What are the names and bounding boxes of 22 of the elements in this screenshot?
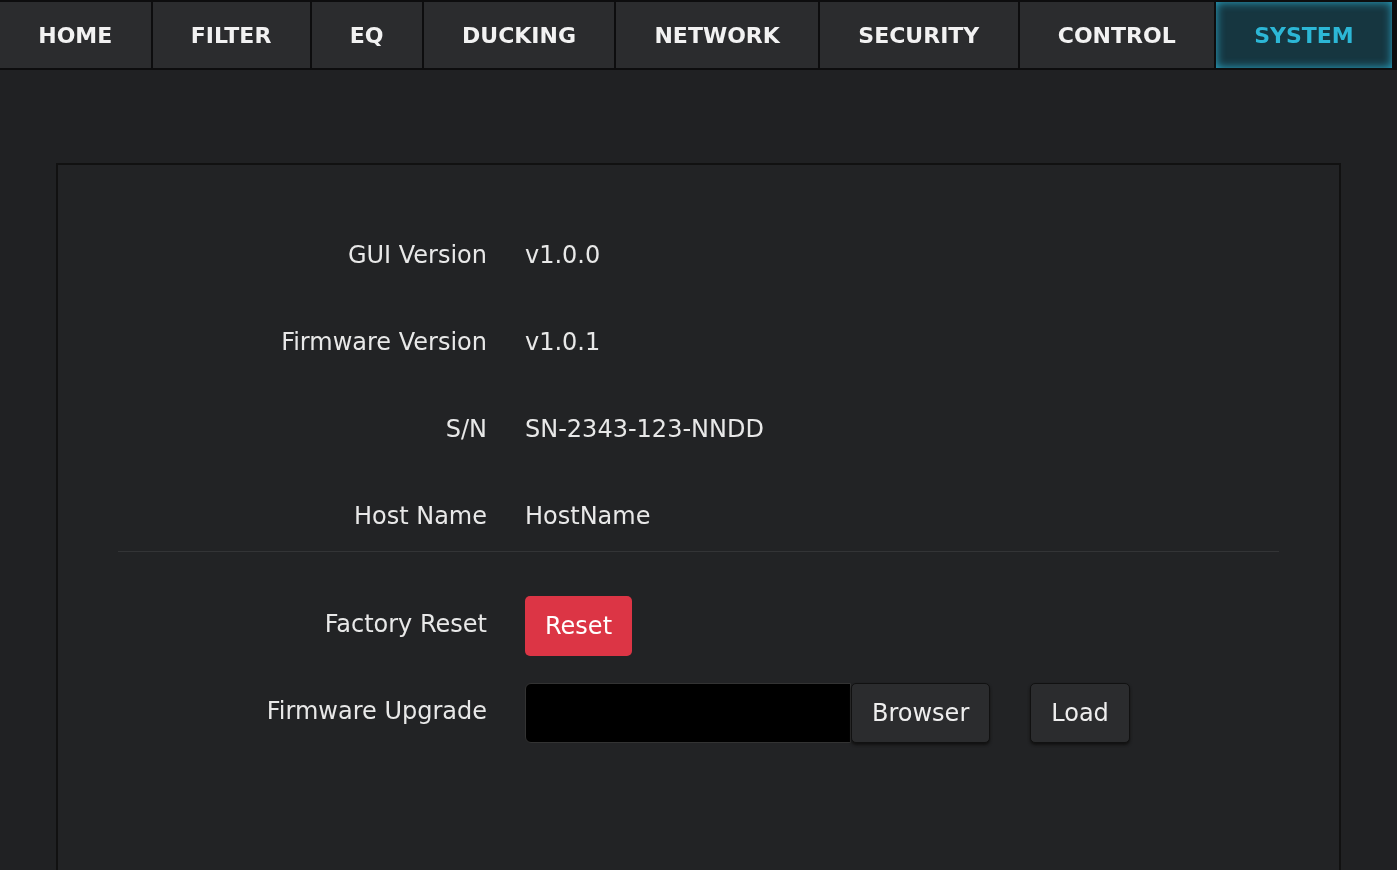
field-label: Factory Reset — [323, 609, 487, 640]
file-field[interactable] — [525, 683, 851, 743]
field-value: v1.0.0 — [525, 240, 601, 271]
field-value: SN-2343-123-NNDD — [525, 414, 764, 445]
tab[interactable]: CONTROL — [1019, 0, 1214, 68]
reset-button[interactable]: Reset — [525, 596, 633, 656]
field-label: Host Name — [352, 501, 487, 532]
field-value: HostName — [525, 501, 651, 532]
browse-button[interactable]: Browser — [851, 683, 991, 743]
tab[interactable]: DUCKING — [423, 0, 615, 68]
field-label: GUI Version — [346, 240, 487, 271]
load-button[interactable]: Load — [1030, 683, 1130, 743]
tab[interactable]: EQ — [311, 0, 422, 68]
tab[interactable]: SYSTEM — [1215, 0, 1392, 68]
tab[interactable]: NETWORK — [616, 0, 819, 68]
field-label: Firmware Upgrade — [265, 696, 487, 727]
tab[interactable]: SECURITY — [820, 0, 1018, 68]
tab[interactable]: FILTER — [152, 0, 310, 68]
field-label: Firmware Version — [280, 327, 487, 358]
field-value: v1.0.1 — [525, 327, 601, 358]
tab[interactable]: HOME — [0, 0, 151, 68]
field-label: S/N — [444, 414, 487, 445]
